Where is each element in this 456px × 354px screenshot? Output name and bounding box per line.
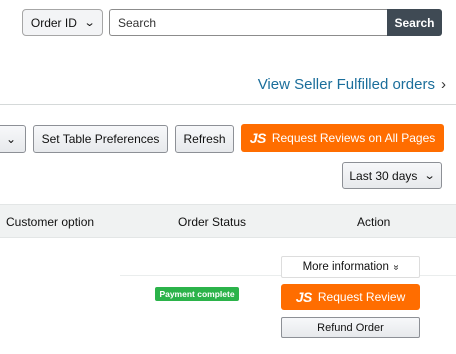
request-reviews-all-pages-button[interactable]: JS Request Reviews on All Pages bbox=[241, 124, 444, 152]
chevron-down-icon: ⌄ bbox=[424, 170, 437, 182]
refresh-button[interactable]: Refresh bbox=[175, 125, 234, 153]
more-information-label: More information bbox=[302, 261, 389, 273]
request-review-button[interactable]: JS Request Review bbox=[281, 284, 420, 310]
double-chevron-down-icon: » bbox=[390, 264, 402, 270]
request-reviews-all-pages-label: Request Reviews on All Pages bbox=[271, 131, 436, 145]
column-header-customer-option: Customer option bbox=[6, 215, 95, 229]
set-table-preferences-button[interactable]: Set Table Preferences bbox=[33, 125, 168, 153]
column-header-order-status: Order Status bbox=[178, 215, 247, 229]
chevron-down-icon: ⌄ bbox=[5, 132, 17, 146]
order-id-filter-select[interactable]: Order ID ⌄ bbox=[22, 9, 103, 36]
seller-fulfilled-link-label: View Seller Fulfilled orders bbox=[257, 75, 435, 93]
column-header-action: Action bbox=[357, 215, 391, 229]
more-information-button[interactable]: More information » bbox=[281, 256, 420, 278]
table-header: Customer option Order Status Action bbox=[0, 204, 456, 238]
search-input[interactable] bbox=[109, 9, 389, 36]
chevron-down-icon: ⌄ bbox=[83, 17, 96, 29]
js-logo-icon: JS bbox=[249, 130, 267, 146]
chevron-right-icon: › bbox=[441, 75, 446, 93]
refund-order-button[interactable]: Refund Order bbox=[281, 317, 420, 338]
section-divider bbox=[0, 104, 456, 105]
js-logo-icon: JS bbox=[295, 289, 313, 305]
request-review-label: Request Review bbox=[317, 290, 406, 304]
status-badge: Payment complete bbox=[155, 287, 239, 301]
search-button[interactable]: Search bbox=[387, 9, 442, 36]
date-range-select[interactable]: Last 30 days ⌄ bbox=[342, 162, 442, 189]
date-range-label: Last 30 days bbox=[349, 168, 418, 183]
order-id-filter-label: Order ID bbox=[30, 15, 77, 30]
dropdown-button[interactable]: ⌄ bbox=[0, 125, 26, 153]
view-seller-fulfilled-orders-link[interactable]: View Seller Fulfilled orders › bbox=[246, 73, 446, 95]
